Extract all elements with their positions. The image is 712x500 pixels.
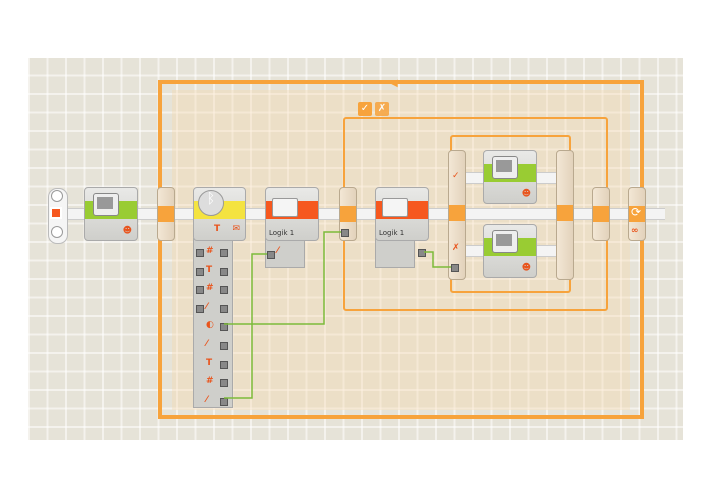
data-wire [424, 251, 451, 268]
data-wire [224, 231, 341, 325]
data-wire [224, 253, 267, 399]
data-wires [224, 231, 451, 399]
